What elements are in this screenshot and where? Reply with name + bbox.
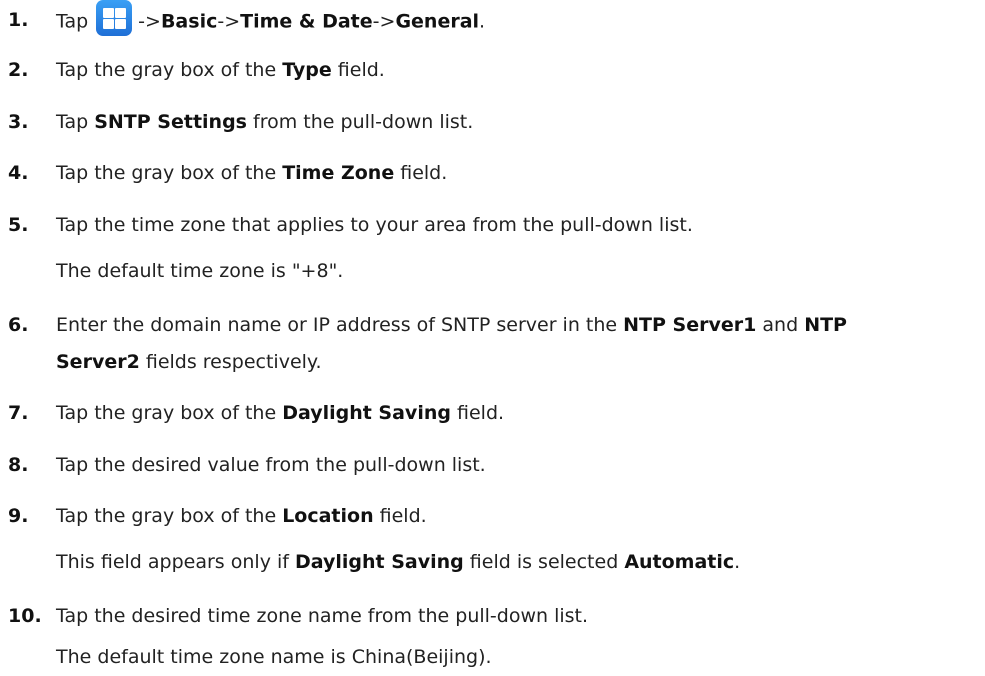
menu-path-general: General <box>395 10 480 33</box>
field-daylight-saving: Daylight Saving <box>282 402 451 424</box>
field-time-zone: Time Zone <box>282 162 395 184</box>
field-daylight-saving: Daylight Saving <box>294 551 464 573</box>
field-ntp-server1: NTP Server1 <box>623 314 757 336</box>
field-ntp-server2-part: Server2 <box>56 351 140 373</box>
step-text-plain: Tap the gray box of the <box>56 402 283 424</box>
field-location: Location <box>282 505 374 527</box>
step-text: Server2 fields respectively. <box>56 350 321 374</box>
step-number: 6. <box>8 314 29 336</box>
step-text-plain: field. <box>373 505 427 527</box>
step-text-plain: field. <box>450 402 505 424</box>
step-text: Tap SNTP Settings from the pull-down lis… <box>56 110 473 134</box>
step-text-plain: Tap the gray box of the <box>56 505 283 527</box>
step-text-plain: field. <box>394 162 448 184</box>
step-text: Tap the gray box of the Location field. <box>56 504 427 528</box>
step-text-plain: from the pull-down list. <box>247 111 474 133</box>
step-text-plain: field. <box>331 59 385 81</box>
period: . <box>734 551 741 573</box>
apps-grid-icon <box>96 0 133 36</box>
note-text: This field appears only if Daylight Savi… <box>56 550 740 574</box>
step-number: 2. <box>8 59 29 81</box>
step-text: Enter the domain name or IP address of S… <box>56 313 847 337</box>
step-number: 7. <box>8 402 29 424</box>
value-automatic: Automatic <box>624 551 735 573</box>
note-text-plain: This field appears only if <box>56 551 295 573</box>
arrow-separator: -> <box>217 10 241 33</box>
step-number: 9. <box>8 505 29 527</box>
step-number: 4. <box>8 162 29 184</box>
period: . <box>479 10 486 33</box>
step-text: Tap the gray box of the Type field. <box>56 58 385 82</box>
menu-path-basic: Basic <box>160 10 218 33</box>
step-text-plain: Tap <box>56 111 95 133</box>
arrow-separator: -> <box>138 10 161 33</box>
step-text: Tap the gray box of the Daylight Saving … <box>56 401 504 425</box>
step-text: Tap the time zone that applies to your a… <box>56 214 693 236</box>
step-text-plain: and <box>756 314 805 336</box>
step-number: 5. <box>8 214 29 236</box>
step-number: 1. <box>8 9 29 31</box>
step-text: Tap ->Basic->Time & Date->General. <box>56 0 486 36</box>
step-text-plain: fields respectively. <box>139 351 322 373</box>
step-text: Tap the gray box of the Time Zone field. <box>56 161 447 185</box>
note-text: The default time zone name is China(Beij… <box>56 646 492 668</box>
option-sntp-settings: SNTP Settings <box>94 111 247 133</box>
arrow-separator: -> <box>372 10 396 33</box>
step-text: Tap the desired time zone name from the … <box>56 605 589 627</box>
field-type: Type <box>282 59 332 81</box>
note-text: The default time zone is "+8". <box>56 260 344 282</box>
step-number: 3. <box>8 111 29 133</box>
step-text: Tap the desired value from the pull-down… <box>56 454 486 476</box>
step-text-plain: Enter the domain name or IP address of S… <box>56 314 624 336</box>
step-text-plain: Tap the gray box of the <box>56 59 283 81</box>
note-text-plain: field is selected <box>463 551 625 573</box>
step-text-plain: Tap the gray box of the <box>56 162 283 184</box>
step-number: 10. <box>8 605 42 627</box>
field-ntp-server2-part: NTP <box>804 314 847 336</box>
menu-path-time-date: Time & Date <box>240 10 373 33</box>
step-text-plain: Tap <box>56 10 89 33</box>
instruction-document: 1. Tap ->Basic->Time & Date->General. 2. … <box>0 0 985 676</box>
step-number: 8. <box>8 454 29 476</box>
